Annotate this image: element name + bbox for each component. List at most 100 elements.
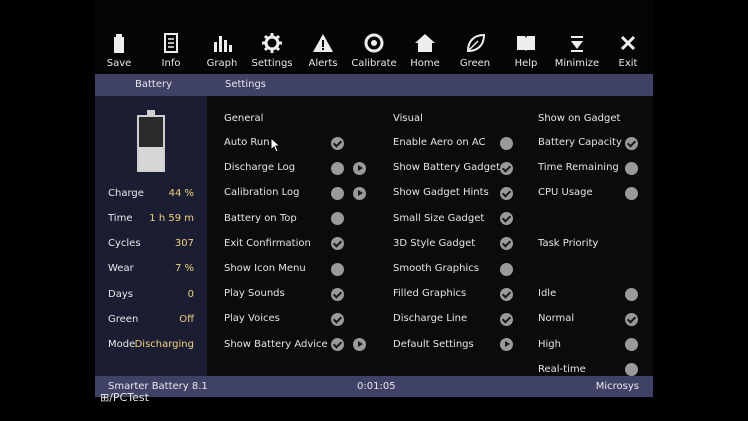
- elapsed-time: 0:01:05: [357, 381, 396, 392]
- toggle-filled-graphics[interactable]: [500, 287, 513, 301]
- minimize-icon: [571, 36, 583, 52]
- close-icon: [620, 35, 636, 51]
- toggle-discharge-log[interactable]: [331, 161, 344, 175]
- option-label-enable-aero-on-ac: Enable Aero on AC: [393, 137, 486, 148]
- toggle-battery-on-top[interactable]: [331, 212, 344, 226]
- toggle-exit-confirmation[interactable]: [331, 237, 344, 251]
- minimize-button[interactable]: Minimize: [551, 32, 603, 72]
- toggle-smooth-graphics[interactable]: [500, 262, 513, 276]
- battery-panel: Charge 44 % Time 1 h 59 m Cycles 307 Wear 7 …: [95, 96, 207, 376]
- option-label-discharge-line: Discharge Line: [393, 313, 468, 325]
- gadget-header: Show on Gadget: [538, 113, 621, 124]
- home-label: Home: [410, 58, 440, 69]
- option-label-idle: Idle: [538, 288, 557, 300]
- section-header: Battery Settings: [95, 74, 653, 96]
- home-icon: [415, 34, 435, 52]
- toggle-show-battery-advice[interactable]: [331, 338, 344, 352]
- watermark: ⊞/PCTest: [100, 391, 149, 404]
- graph-label: Graph: [206, 58, 238, 69]
- settings-label: Settings: [251, 58, 293, 69]
- toggle-show-icon-menu[interactable]: [331, 262, 344, 276]
- toolbar: Save Info Graph Settings Alerts Calibrat…: [95, 0, 653, 74]
- info-icon: [164, 33, 178, 53]
- option-label-normal: Normal: [538, 313, 575, 325]
- option-label-show-gadget-hints: Show Gadget Hints: [393, 187, 489, 199]
- option-label-real-time: Real-time: [538, 363, 586, 375]
- battery-level-icon: [137, 110, 165, 172]
- option-label-play-voices: Play Voices: [224, 313, 280, 325]
- toggle-enable-aero-on-ac[interactable]: [500, 136, 513, 150]
- toggle-play-voices[interactable]: [331, 312, 344, 326]
- toggle-battery-capacity[interactable]: [625, 136, 638, 150]
- toggle-discharge-line[interactable]: [500, 312, 513, 326]
- help-label: Help: [514, 58, 538, 69]
- play-button-default-settings[interactable]: [500, 338, 513, 352]
- status-bar: Smarter Battery 8.1 0:01:05 Microsys: [95, 376, 653, 397]
- toggle-idle[interactable]: [625, 287, 638, 301]
- visual-header: Visual: [393, 113, 423, 124]
- save-label: Save: [106, 58, 132, 69]
- battery-level-fill: [139, 146, 163, 170]
- option-label-small-size-gadget: Small Size Gadget: [393, 212, 485, 224]
- toggle-calibration-log[interactable]: [331, 186, 344, 200]
- toggle-high[interactable]: [625, 338, 638, 352]
- leaf-icon: [466, 33, 486, 53]
- vendor-name: Microsys: [595, 381, 639, 392]
- battery-save-icon: [114, 34, 124, 53]
- gear-icon: [262, 33, 282, 53]
- exit-button[interactable]: Exit: [602, 32, 653, 72]
- option-label-time-remaining: Time Remaining: [538, 162, 619, 174]
- option-label-cpu-usage: CPU Usage: [538, 187, 593, 199]
- help-button[interactable]: Help: [500, 32, 552, 72]
- option-label-play-sounds: Play Sounds: [224, 288, 285, 300]
- toggle-show-battery-gadget[interactable]: [500, 161, 513, 175]
- option-label-high: High: [538, 338, 561, 350]
- info-label: Info: [161, 58, 181, 69]
- priority-header: Task Priority: [538, 238, 599, 249]
- exit-label: Exit: [618, 58, 638, 69]
- play-button-calibration-log[interactable]: [353, 186, 366, 200]
- home-button[interactable]: Home: [399, 32, 451, 72]
- mouse-cursor-icon: [270, 137, 282, 153]
- calibrate-label: Calibrate: [351, 58, 397, 69]
- option-label-show-battery-advice: Show Battery Advice: [224, 338, 328, 350]
- option-label-smooth-graphics: Smooth Graphics: [393, 263, 479, 274]
- toggle-play-sounds[interactable]: [331, 287, 344, 301]
- graph-button[interactable]: Graph: [196, 32, 248, 72]
- watermark-text: /PCTest: [109, 391, 149, 404]
- info-button[interactable]: Info: [145, 32, 197, 72]
- alerts-label: Alerts: [308, 58, 338, 69]
- option-label-exit-confirmation: Exit Confirmation: [224, 237, 311, 249]
- save-button[interactable]: Save: [95, 32, 145, 72]
- app-window: Save Info Graph Settings Alerts Calibrat…: [95, 0, 653, 397]
- graph-icon: [214, 36, 232, 52]
- toggle-show-gadget-hints[interactable]: [500, 186, 513, 200]
- option-label-3d-style-gadget: 3D Style Gadget: [393, 237, 476, 249]
- battery-section-title: Battery: [135, 79, 173, 90]
- general-header: General: [224, 113, 264, 124]
- toggle-real-time[interactable]: [625, 363, 638, 377]
- target-icon: [364, 33, 384, 53]
- alerts-button[interactable]: Alerts: [297, 32, 349, 72]
- toggle-normal[interactable]: [625, 312, 638, 326]
- option-label-show-icon-menu: Show Icon Menu: [224, 263, 306, 274]
- settings-section-title: Settings: [225, 79, 267, 90]
- green-button[interactable]: Green: [449, 32, 501, 72]
- book-icon: [517, 36, 535, 51]
- play-button-show-battery-advice[interactable]: [353, 338, 366, 352]
- toggle-small-size-gadget[interactable]: [500, 212, 513, 226]
- calibrate-button[interactable]: Calibrate: [348, 32, 400, 72]
- green-label: Green: [459, 58, 491, 69]
- option-label-default-settings: Default Settings: [393, 338, 474, 350]
- toggle-3d-style-gadget[interactable]: [500, 237, 513, 251]
- toggle-cpu-usage[interactable]: [625, 186, 638, 200]
- option-label-battery-capacity: Battery Capacity: [538, 137, 622, 148]
- play-button-discharge-log[interactable]: [353, 161, 366, 175]
- settings-button[interactable]: Settings: [246, 32, 298, 72]
- toggle-time-remaining[interactable]: [625, 161, 638, 175]
- option-label-calibration-log: Calibration Log: [224, 187, 300, 199]
- toggle-auto-run[interactable]: [331, 136, 344, 150]
- minimize-label: Minimize: [554, 58, 600, 69]
- option-label-show-battery-gadget: Show Battery Gadget: [393, 162, 500, 174]
- warning-icon: [313, 34, 333, 52]
